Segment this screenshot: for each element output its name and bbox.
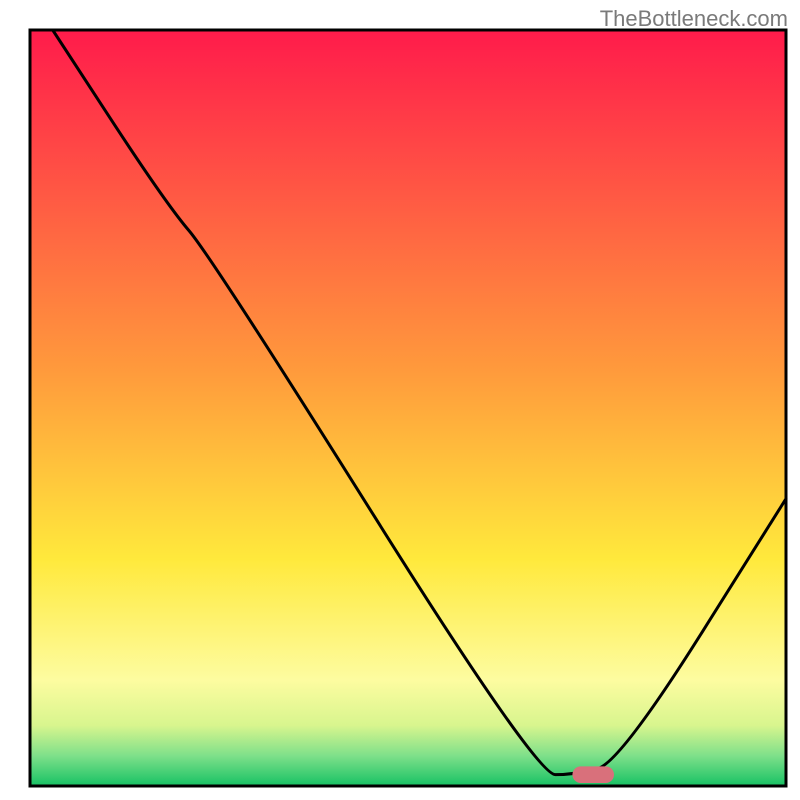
chart-svg xyxy=(0,0,800,800)
target-marker xyxy=(572,766,614,783)
watermark-text: TheBottleneck.com xyxy=(600,6,788,32)
chart-container: TheBottleneck.com xyxy=(0,0,800,800)
plot-background xyxy=(30,30,786,786)
